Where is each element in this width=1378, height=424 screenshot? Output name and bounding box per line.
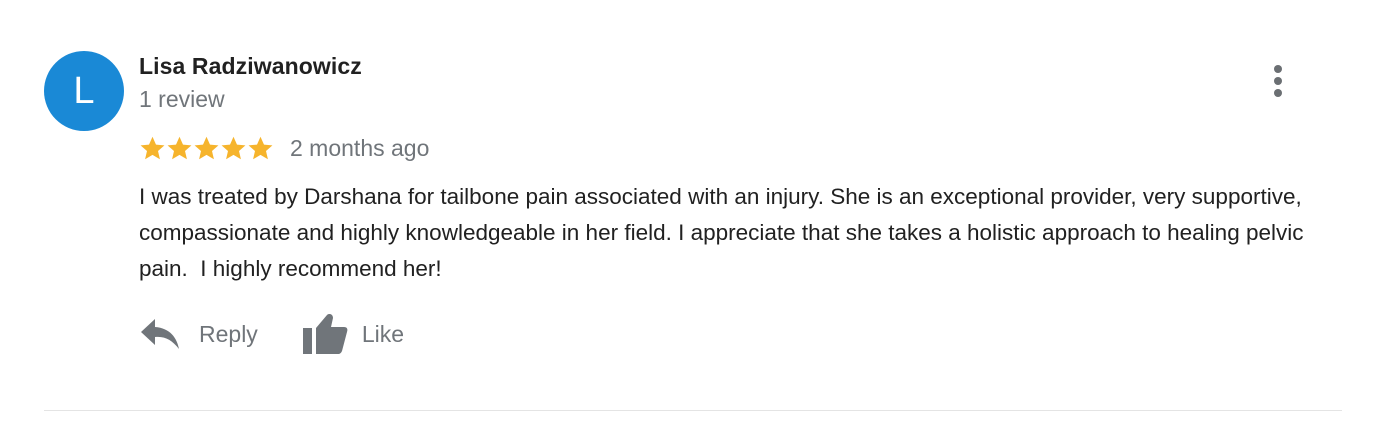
like-button[interactable]: Like	[302, 306, 404, 362]
review-actions: Reply Like	[139, 306, 404, 362]
like-label: Like	[361, 320, 405, 347]
star-icon	[221, 136, 246, 159]
reply-button[interactable]: Reply	[139, 306, 258, 362]
rating-row: 2 months ago	[139, 132, 429, 164]
more-vertical-icon	[1274, 89, 1282, 97]
review-card: L Lisa Radziwanowicz 1 review 2 months a…	[0, 0, 1378, 424]
reply-icon	[141, 319, 179, 349]
thumbs-up-icon	[302, 314, 348, 354]
avatar-letter: L	[73, 70, 95, 112]
star-icon	[167, 136, 192, 159]
star-rating	[139, 134, 274, 162]
review-text: I was treated by Darshana for tailbone p…	[139, 184, 1310, 281]
star-icon	[140, 136, 165, 159]
reply-label: Reply	[199, 320, 258, 347]
avatar[interactable]: L	[44, 51, 124, 131]
review-count: 1 review	[139, 86, 225, 112]
star-icon	[194, 136, 219, 159]
more-options-button[interactable]	[1262, 60, 1294, 102]
review-date: 2 months ago	[290, 134, 430, 161]
divider	[44, 410, 1342, 411]
star-icon	[248, 136, 273, 159]
more-vertical-icon	[1274, 77, 1282, 85]
more-vertical-icon	[1274, 65, 1282, 73]
reviewer-name[interactable]: Lisa Radziwanowicz	[139, 53, 362, 80]
